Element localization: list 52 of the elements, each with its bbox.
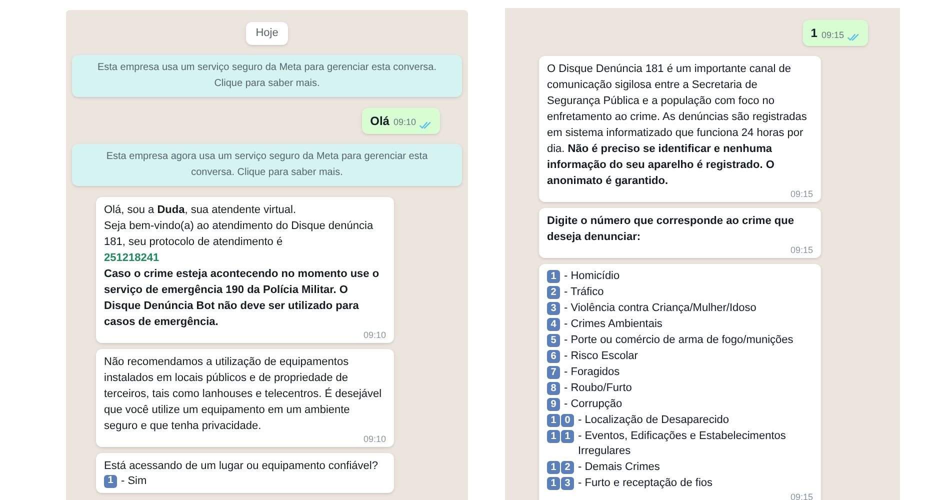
- system-notice: Esta empresa usa um serviço seguro da Meta para gerenciar esta conversa. Clique para saber mais.: [72, 54, 462, 96]
- message-text: 251218241: [104, 250, 160, 266]
- keycap: 1: [561, 430, 574, 443]
- message-text: Digite o número que corresponde ao crime que deseja denunciar:: [547, 214, 795, 245]
- keycap: 1: [547, 477, 560, 490]
- keycap: 9: [547, 398, 560, 411]
- option-label: - Violência contra Criança/Mulher/Idoso: [564, 301, 756, 316]
- message-text: Não recomendamos a utilização de equipamentos instalados em locais públicos e de propriedade de terceiros, tais como lanhouses e telecentros. É desejável que você utilize um equipamento em um ambiente seguro e que tenha privacidade.: [104, 354, 383, 434]
- keycap: 3: [547, 302, 560, 315]
- keycap: 2: [547, 286, 560, 299]
- keycap: 6: [547, 350, 560, 363]
- option-label: - Eventos, Edificações e Estabelecimentos Irregulares: [578, 429, 787, 459]
- option-label: - Furto e receptação de fios: [578, 476, 713, 491]
- keycap: 1: [104, 474, 117, 488]
- message-time: 09:15: [790, 492, 813, 500]
- option-label: - Localização de Desaparecido: [578, 413, 730, 428]
- option-label: - Homicídio: [564, 269, 620, 284]
- keycap: 8: [547, 382, 560, 395]
- option-label: - Porte ou comércio de arma de fogo/munições: [564, 333, 794, 348]
- message-time: 09:10: [363, 434, 386, 444]
- message-text: O Disque Denúncia 181 é um importante canal de comunicação sigilosa entre a Secretaria de Segurança Pública e a população com foco no enfretamento ao crime. As denúncias são registradas em sistema informatizado que funciona 24 horas por dia. Não é preciso se identificar e nenhuma informação do seu aparelho é registrado. O anonimato é garantido.: [547, 62, 808, 189]
- option-label: - Sim: [121, 474, 147, 488]
- message-text: Seja bem-vindo(a) ao atendimento do Disque denúncia 181, seu protocolo de atendimento é: [104, 218, 374, 250]
- message-text: Está acessando de um lugar ou equipamento confiável?: [104, 458, 379, 474]
- message-time: 09:10: [393, 116, 416, 129]
- message-text: Caso o crime esteja acontecendo no momento use o serviço de emergência 190 da Polícia Militar. O Disque Denúncia Bot não deve ser utilizado para casos de emergência.: [104, 266, 380, 330]
- option-label: - Crimes Ambientais: [564, 317, 662, 332]
- keycap: 1: [547, 461, 560, 474]
- option-label: - Roubo/Furto: [564, 381, 632, 396]
- message-time: 09:15: [821, 28, 844, 42]
- option-label: - Foragidos: [564, 365, 620, 380]
- option-label: - Demais Crimes: [578, 460, 660, 475]
- message-time: 09:15: [790, 189, 813, 199]
- keycap: 1: [547, 270, 560, 283]
- keycap: 1: [547, 430, 560, 443]
- message-text: Olá: [370, 112, 390, 130]
- message-text: 1: [810, 25, 818, 42]
- option-label: - Corrupção: [564, 397, 622, 412]
- option-label: - Risco Escolar: [564, 349, 638, 364]
- keycap: 0: [561, 414, 574, 427]
- message-text: Olá, sou a Duda, sua atendente virtual.: [104, 202, 297, 218]
- keycap: 7: [547, 366, 560, 379]
- option-label: - Tráfico: [564, 285, 604, 300]
- keycap: 2: [561, 461, 574, 474]
- keycap: 3: [561, 477, 574, 490]
- keycap: 4: [547, 318, 560, 331]
- message-time: 09:15: [790, 245, 813, 255]
- system-notice: Esta empresa agora usa um serviço seguro da Meta para gerenciar esta conversa. Clique para saber mais.: [72, 144, 462, 186]
- keycap: 5: [547, 334, 560, 347]
- keycap: 1: [547, 414, 560, 427]
- date-badge: Hoje: [246, 22, 288, 44]
- message-time: 09:10: [363, 330, 386, 340]
